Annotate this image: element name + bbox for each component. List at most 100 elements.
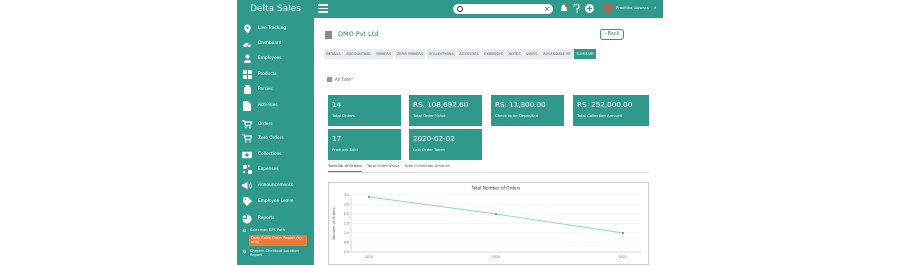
megaphone-icon — [242, 181, 252, 191]
sidebar-item-collections[interactable]: Collections — [237, 147, 314, 162]
main-content: DMO Pvt Ltd ‹ Back DETAILS ACCOUNTING OR… — [314, 18, 663, 265]
party-tabs: DETAILS ACCOUNTING ORDERS ZERO ORDERS CO… — [324, 49, 598, 59]
clear-search-icon[interactable]: × — [544, 4, 550, 14]
chart-ytick-label: 3.0 — [344, 193, 349, 197]
sidebar-item-label: Announcements — [258, 183, 293, 188]
help-icon[interactable] — [572, 3, 581, 13]
tab-accessible-by[interactable]: ACCESSIBLE BY — [541, 49, 573, 59]
sidebar-item-parties[interactable]: Parties — [237, 82, 314, 97]
summary-card-products-sold: 17 Products Sold — [328, 129, 401, 160]
tab-orders[interactable]: ORDERS — [374, 49, 394, 59]
building-icon — [242, 85, 252, 95]
tab-notes[interactable]: NOTES — [506, 49, 523, 59]
back-button-label: Back — [607, 32, 620, 37]
chart-ytick-label: 2.0 — [344, 212, 349, 216]
sidebar-item-zero-orders[interactable]: Zero Orders — [237, 131, 314, 146]
calendar-icon — [327, 77, 332, 82]
sidebar-item-reports[interactable]: Reports — [237, 211, 314, 226]
sidebar-item-live-tracking[interactable]: Live Tracking — [237, 21, 314, 36]
company-icon — [325, 31, 332, 39]
sidebar-item-orders[interactable]: Orders — [237, 117, 314, 132]
sidebar-item-dashboard[interactable]: Dashboard — [237, 36, 314, 51]
orders-chart: Total Number of Orders Number of Orders 3.… — [328, 182, 649, 265]
chart-ytick-label: 1.0 — [344, 231, 349, 235]
chart-tabs: Total No of Orders Total Order Value Tot… — [328, 161, 455, 172]
tab-activities[interactable]: ACTIVITIES — [457, 49, 481, 59]
sidebar-item-expenses[interactable]: Expenses — [237, 162, 314, 177]
sidebar-item-employee-leave[interactable]: Employee Leave — [237, 194, 314, 209]
date-filter[interactable]: All Time* — [327, 77, 353, 82]
sidebar-item-label: Collections — [258, 152, 282, 157]
page-title: DMO Pvt Ltd — [338, 30, 379, 38]
sidebar-item-label: Parties — [258, 87, 273, 92]
avatar[interactable] — [603, 3, 613, 13]
chart-point — [622, 232, 624, 234]
grid-icon — [242, 70, 252, 80]
tab-summary[interactable]: SUMMARY — [574, 49, 597, 59]
top-bar: × Pradhika Kalwara ▾ — [314, 0, 663, 18]
search-icon — [457, 6, 463, 12]
sidebar-item-label: Employee Leave — [258, 199, 294, 204]
hamburger-menu-icon[interactable] — [318, 4, 328, 13]
person-icon — [242, 54, 252, 64]
summary-card-total-order-value: RS. 108,692.60 Total Order Value — [409, 95, 482, 126]
date-filter-label: All Time* — [335, 77, 354, 82]
chart-ytick-label: 0.0 — [344, 250, 349, 254]
chart-svg: Total Number of Orders Number of Orders 3.… — [332, 186, 641, 259]
chart-ylabel: Number of Orders — [332, 207, 336, 239]
sidebar-item-employees[interactable]: Employees — [237, 51, 314, 66]
sidebar-item-announcements[interactable]: Announcements — [237, 178, 314, 193]
cart-icon — [242, 120, 252, 130]
report-subitem-daily-sales[interactable]: Daily Sales Order Report (by unit) — [249, 235, 307, 246]
arrow-left-icon: ‹ — [604, 32, 607, 37]
chart-ytick-label: 1.5 — [344, 222, 349, 226]
sidebar-item-label: Zero Orders — [258, 136, 284, 141]
sidebar-item-label: Activities — [258, 103, 278, 108]
chart-point — [368, 195, 370, 198]
tab-visits[interactable]: VISITS — [524, 49, 540, 59]
chart-point — [495, 213, 497, 215]
summary-card-last-order: 2020-02-02 Last Order Taken — [409, 129, 482, 160]
tab-accounting[interactable]: ACCOUNTING — [344, 49, 373, 59]
sidebar: Delta Sales Live Tracking Dashboard Empl… — [237, 0, 314, 265]
sidebar-item-label: Reports — [258, 216, 275, 221]
tab-collections[interactable]: COLLECTIONS — [426, 49, 456, 59]
app-window: Delta Sales Live Tracking Dashboard Empl… — [237, 0, 663, 265]
tab-zero-orders[interactable]: ZERO ORDERS — [394, 49, 426, 59]
chart-tab-total-orders[interactable]: Total No of Orders — [328, 161, 363, 172]
tab-details[interactable]: DETAILS — [324, 49, 343, 59]
bullet-icon — [243, 250, 246, 253]
summary-card-check-to-deposit: RS. 11,800.00 Check to be Deposited — [491, 95, 564, 126]
chart-xtick-label: 2019 — [365, 255, 373, 259]
search-input[interactable]: × — [453, 4, 553, 14]
brand-title: Delta Sales — [237, 0, 314, 18]
sidebar-item-label: Dashboard — [258, 41, 282, 46]
pie-chart-icon — [242, 214, 252, 224]
sidebar-item-label: Products — [258, 72, 277, 77]
summary-card-total-orders: 14 Total Orders — [328, 95, 401, 126]
chart-tab-total-collection[interactable]: Total Collection Amount — [405, 161, 450, 171]
report-subitem-checkin-checkout[interactable]: Checkin-Checkout Location Report — [243, 249, 309, 258]
chart-xtick-label: 2020 — [492, 255, 500, 259]
sidebar-item-label: Live Tracking — [258, 26, 287, 31]
notification-bell-icon[interactable] — [559, 4, 568, 13]
chart-tab-total-order-value[interactable]: Total Order Value — [367, 161, 400, 171]
sidebar-item-label: Expenses — [258, 167, 279, 172]
report-subitem-gps-path[interactable]: Salesman GPS Path — [243, 228, 309, 232]
user-name[interactable]: Pradhika Kalwara — [616, 5, 649, 10]
tag-icon — [242, 197, 252, 207]
chart-ytick-label: 0.5 — [344, 241, 349, 245]
chart-xtick-label: 2021 — [619, 255, 627, 259]
chart-title: Total Number of Orders — [471, 186, 521, 191]
sidebar-item-label: Orders — [258, 122, 273, 127]
back-button[interactable]: ‹ Back — [600, 29, 624, 40]
dashboard-icon — [242, 39, 252, 49]
sidebar-item-products[interactable]: Products — [237, 67, 314, 82]
tab-expenses[interactable]: EXPENSES — [482, 49, 505, 59]
chevron-down-icon[interactable]: ▾ — [654, 5, 656, 10]
add-icon[interactable] — [585, 4, 594, 13]
sidebar-item-activities[interactable]: Activities — [237, 98, 314, 113]
chart-ytick-label: 2.5 — [344, 203, 349, 207]
summary-card-total-collection: RS. 252,000.00 Total Collection Amount — [573, 95, 649, 126]
document-icon — [242, 100, 252, 111]
